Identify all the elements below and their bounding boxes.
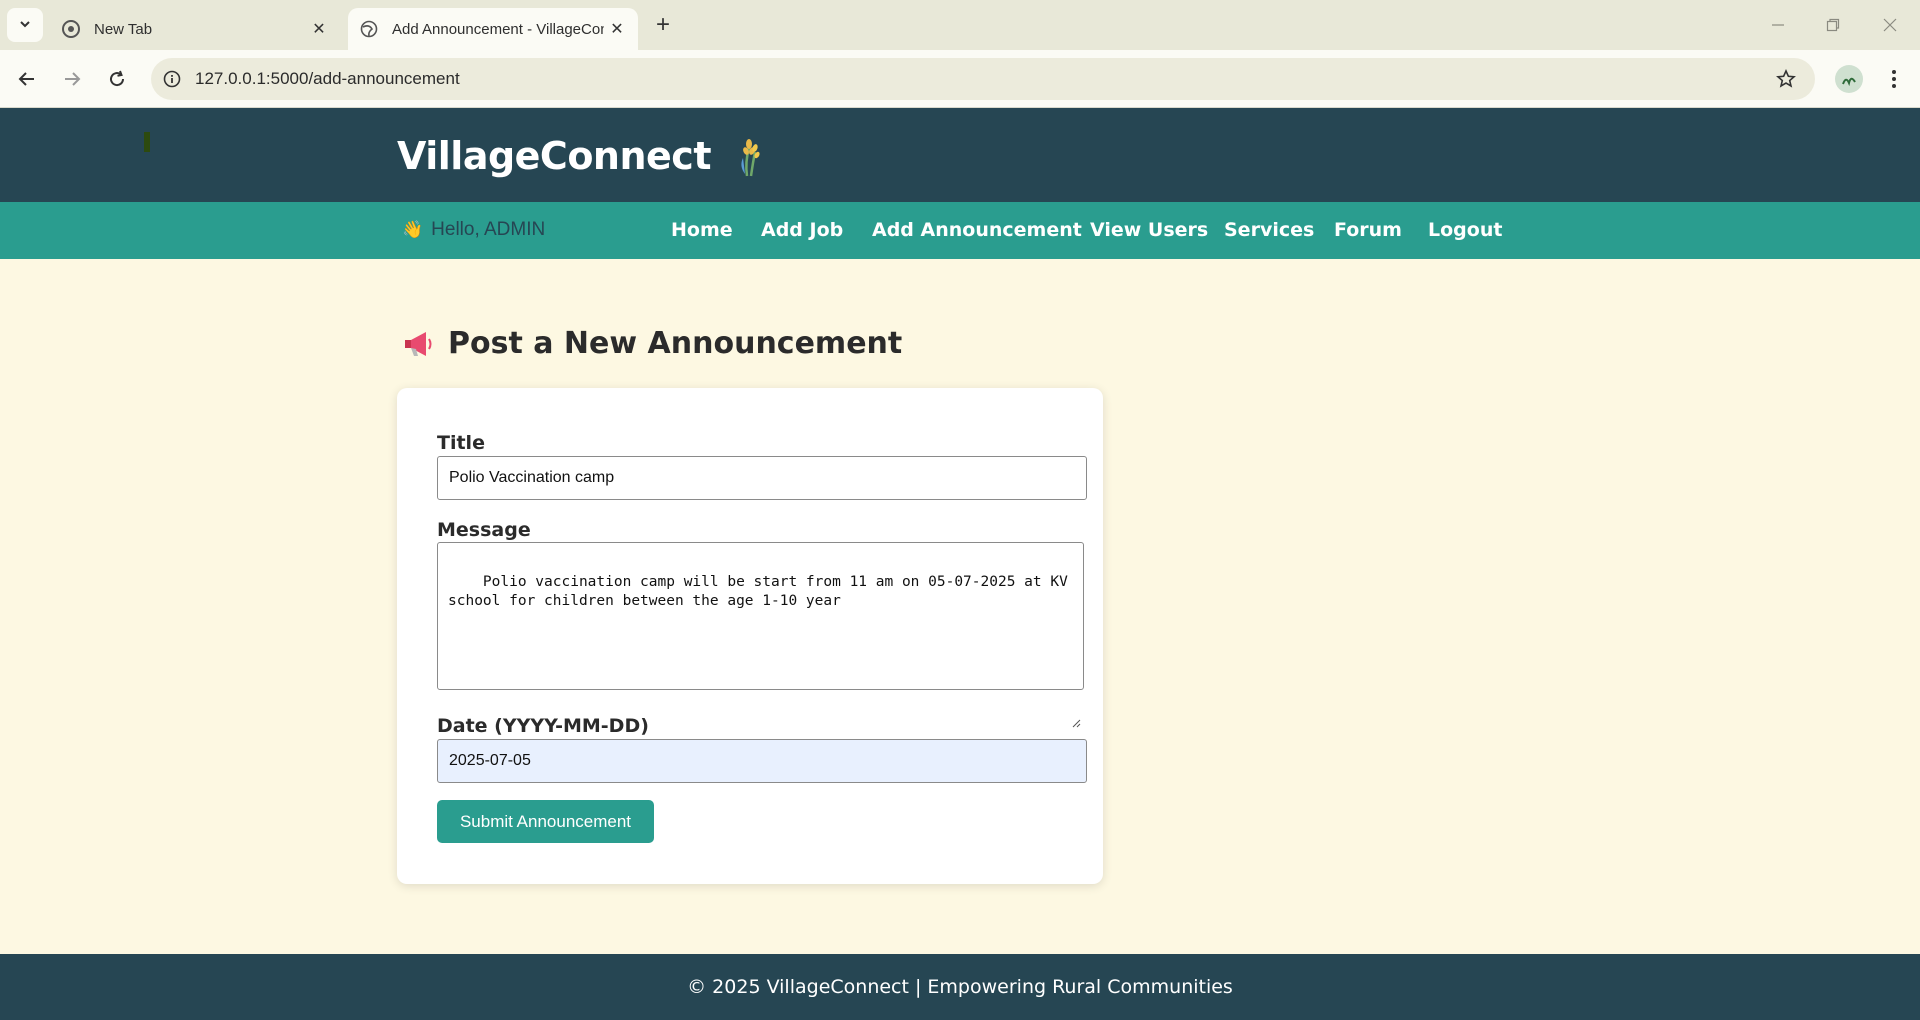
date-label: Date (YYYY-MM-DD) <box>437 715 649 737</box>
url-text: 127.0.0.1:5000/add-announcement <box>195 69 460 88</box>
greeting-text: Hello, ADMIN <box>431 219 546 240</box>
message-text: Polio vaccination camp will be start fro… <box>448 574 1068 609</box>
header-decoration <box>144 132 150 152</box>
footer-text: © 2025 VillageConnect | Empowering Rural… <box>687 976 1233 998</box>
megaphone-icon <box>402 329 436 359</box>
tab-add-announcement[interactable]: Add Announcement - VillageConnect ✕ <box>348 8 638 50</box>
message-label: Message <box>437 519 531 541</box>
wheat-icon <box>733 134 765 178</box>
submit-announcement-button[interactable]: Submit Announcement <box>437 800 654 843</box>
forward-icon[interactable] <box>55 62 89 96</box>
tab-new-tab[interactable]: New Tab ✕ <box>50 8 340 50</box>
title-input[interactable]: Polio Vaccination camp <box>437 456 1087 500</box>
page-title: Post a New Announcement <box>402 326 902 361</box>
brand-logo[interactable]: VillageConnect <box>397 134 765 178</box>
title-label: Title <box>437 432 485 454</box>
tab-search-button[interactable] <box>7 8 43 42</box>
message-textarea[interactable]: Polio vaccination camp will be start fro… <box>437 542 1084 728</box>
globe-icon <box>360 20 378 38</box>
date-input[interactable]: 2025-07-05 <box>437 739 1087 783</box>
chevron-down-icon <box>18 17 32 34</box>
nav-link-logout[interactable]: Logout <box>1428 219 1502 241</box>
nav-link-add-job[interactable]: Add Job <box>761 219 843 241</box>
tab-title: New Tab <box>94 20 153 38</box>
main-navigation: 👋 Hello, ADMIN Home Add Job Add Announce… <box>0 202 1920 259</box>
close-icon[interactable]: ✕ <box>604 16 630 42</box>
chrome-icon <box>62 20 80 38</box>
announcement-form-card: Title Polio Vaccination camp Message Pol… <box>397 388 1103 884</box>
nav-link-add-announcement[interactable]: Add Announcement <box>872 219 1082 241</box>
new-tab-button[interactable]: + <box>650 11 676 38</box>
restore-icon[interactable] <box>1813 8 1853 42</box>
resize-grip-icon[interactable] <box>1071 677 1081 728</box>
site-footer: © 2025 VillageConnect | Empowering Rural… <box>0 954 1920 1020</box>
user-greeting: 👋 Hello, ADMIN <box>402 219 545 241</box>
bookmark-star-icon[interactable] <box>1771 64 1801 94</box>
reload-icon[interactable] <box>100 62 134 96</box>
nav-link-services[interactable]: Services <box>1224 219 1314 241</box>
close-window-icon[interactable] <box>1870 8 1910 42</box>
brand-name: VillageConnect <box>397 134 712 178</box>
back-icon[interactable] <box>10 62 44 96</box>
site-info-icon[interactable] <box>161 68 183 90</box>
browser-toolbar: 127.0.0.1:5000/add-announcement <box>0 50 1920 108</box>
browser-tab-strip: New Tab ✕ Add Announcement - VillageConn… <box>0 0 1920 50</box>
browser-menu-icon[interactable] <box>1880 65 1908 93</box>
profile-avatar-icon[interactable] <box>1835 65 1863 93</box>
minimize-icon[interactable] <box>1758 8 1798 42</box>
nav-link-view-users[interactable]: View Users <box>1090 219 1208 241</box>
address-bar[interactable]: 127.0.0.1:5000/add-announcement <box>151 58 1815 100</box>
page-title-text: Post a New Announcement <box>448 326 903 361</box>
nav-link-forum[interactable]: Forum <box>1334 219 1402 241</box>
nav-link-home[interactable]: Home <box>671 219 733 241</box>
tab-title: Add Announcement - VillageConnect <box>392 20 604 38</box>
close-icon[interactable]: ✕ <box>306 16 332 42</box>
waving-hand-icon: 👋 <box>402 220 424 239</box>
site-header: VillageConnect <box>0 108 1920 202</box>
